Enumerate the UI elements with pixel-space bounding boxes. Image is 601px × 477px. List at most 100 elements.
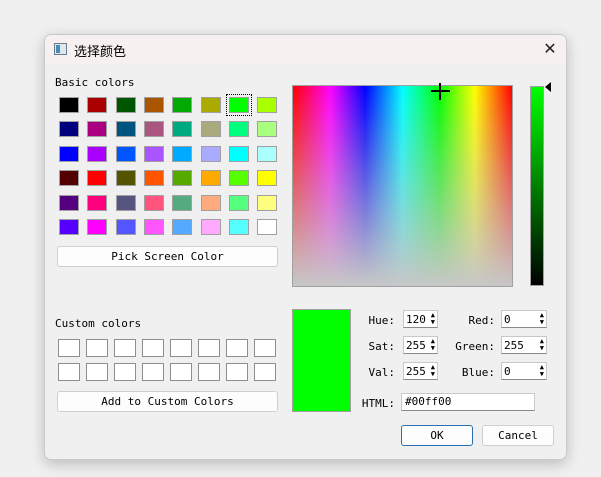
luminance-arrow-icon[interactable] bbox=[545, 82, 551, 92]
basic-color-swatch[interactable] bbox=[172, 219, 193, 235]
basic-color-swatch[interactable] bbox=[115, 97, 136, 113]
custom-colors-label: Custom colors bbox=[55, 317, 142, 330]
basic-color-swatch[interactable] bbox=[228, 194, 249, 211]
basic-color-swatch[interactable] bbox=[59, 219, 79, 235]
basic-color-swatch[interactable] bbox=[59, 194, 79, 211]
custom-color-swatch[interactable] bbox=[254, 339, 276, 357]
blue-spinbox[interactable]: 0 ▲ ▼ bbox=[501, 362, 547, 380]
custom-color-swatch[interactable] bbox=[198, 339, 220, 357]
basic-color-swatch[interactable] bbox=[143, 97, 164, 113]
basic-color-swatch[interactable] bbox=[257, 194, 278, 211]
basic-color-swatch[interactable] bbox=[143, 170, 164, 187]
basic-color-swatch[interactable] bbox=[257, 97, 278, 113]
red-value[interactable]: 0 bbox=[504, 313, 511, 326]
html-field[interactable]: #00ff00 bbox=[401, 393, 535, 411]
custom-color-swatch[interactable] bbox=[58, 363, 80, 381]
sat-down-icon[interactable]: ▼ bbox=[431, 345, 435, 352]
custom-color-swatch[interactable] bbox=[170, 339, 192, 357]
custom-color-swatch[interactable] bbox=[142, 339, 164, 357]
basic-color-swatch[interactable] bbox=[87, 97, 108, 113]
pick-screen-color-button[interactable]: Pick Screen Color bbox=[57, 246, 278, 267]
green-label: Green: bbox=[455, 340, 495, 353]
basic-color-swatch[interactable] bbox=[143, 194, 164, 211]
basic-color-swatch[interactable] bbox=[87, 145, 108, 162]
basic-color-swatch[interactable] bbox=[257, 219, 278, 235]
custom-color-swatch[interactable] bbox=[86, 363, 108, 381]
basic-color-swatch[interactable] bbox=[115, 170, 136, 187]
basic-color-swatch[interactable] bbox=[87, 121, 108, 138]
green-value[interactable]: 255 bbox=[504, 339, 524, 352]
basic-color-swatch[interactable] bbox=[172, 194, 193, 211]
basic-color-swatch[interactable] bbox=[200, 219, 221, 235]
val-value[interactable]: 255 bbox=[406, 365, 426, 378]
basic-color-swatch[interactable] bbox=[87, 219, 108, 235]
basic-color-swatch[interactable] bbox=[87, 170, 108, 187]
basic-color-swatch[interactable] bbox=[200, 170, 221, 187]
custom-color-swatch[interactable] bbox=[254, 363, 276, 381]
sat-spinbox[interactable]: 255 ▲ ▼ bbox=[403, 336, 438, 354]
basic-color-swatch[interactable] bbox=[172, 145, 193, 162]
close-icon[interactable]: ✕ bbox=[538, 38, 562, 60]
color-spectrum[interactable] bbox=[292, 83, 513, 287]
blue-down-icon[interactable]: ▼ bbox=[540, 371, 544, 378]
green-down-icon[interactable]: ▼ bbox=[540, 345, 544, 352]
basic-colors-label: Basic colors bbox=[55, 76, 135, 89]
luminance-slider[interactable] bbox=[530, 86, 544, 286]
ok-button[interactable]: OK bbox=[401, 425, 473, 446]
basic-color-swatch[interactable] bbox=[115, 194, 136, 211]
basic-color-swatch[interactable] bbox=[225, 94, 252, 116]
custom-color-swatch[interactable] bbox=[114, 363, 136, 381]
basic-color-swatch[interactable] bbox=[228, 145, 249, 162]
custom-color-swatch[interactable] bbox=[198, 363, 220, 381]
cancel-button[interactable]: Cancel bbox=[482, 425, 554, 446]
custom-color-swatch[interactable] bbox=[226, 363, 248, 381]
hue-value[interactable]: 120 bbox=[406, 313, 426, 326]
basic-color-swatch[interactable] bbox=[115, 219, 136, 235]
basic-color-swatch[interactable] bbox=[172, 170, 193, 187]
basic-color-swatch[interactable] bbox=[200, 121, 221, 138]
val-down-icon[interactable]: ▼ bbox=[431, 371, 435, 378]
basic-color-swatch[interactable] bbox=[228, 121, 249, 138]
basic-color-swatch[interactable] bbox=[200, 194, 221, 211]
sat-label: Sat: bbox=[368, 340, 396, 353]
basic-color-swatch[interactable] bbox=[200, 145, 221, 162]
hue-down-icon[interactable]: ▼ bbox=[431, 319, 435, 326]
basic-color-swatch[interactable] bbox=[59, 170, 79, 187]
html-label: HTML: bbox=[361, 397, 395, 410]
basic-color-swatch[interactable] bbox=[115, 145, 136, 162]
val-spinbox[interactable]: 255 ▲ ▼ bbox=[403, 362, 438, 380]
basic-color-swatch[interactable] bbox=[143, 145, 164, 162]
green-spinbox[interactable]: 255 ▲ ▼ bbox=[501, 336, 547, 354]
add-to-custom-colors-button[interactable]: Add to Custom Colors bbox=[57, 391, 278, 412]
hue-spinbox[interactable]: 120 ▲ ▼ bbox=[403, 310, 438, 328]
red-down-icon[interactable]: ▼ bbox=[540, 319, 544, 326]
basic-color-swatch[interactable] bbox=[257, 170, 278, 187]
basic-color-swatch[interactable] bbox=[200, 97, 221, 113]
title-bar: 选择颜色 ✕ bbox=[45, 35, 566, 64]
custom-color-swatch[interactable] bbox=[114, 339, 136, 357]
custom-color-swatch[interactable] bbox=[86, 339, 108, 357]
custom-color-swatch[interactable] bbox=[226, 339, 248, 357]
basic-color-swatch[interactable] bbox=[257, 121, 278, 138]
basic-color-swatch[interactable] bbox=[115, 121, 136, 138]
custom-color-swatch[interactable] bbox=[142, 363, 164, 381]
basic-color-swatch[interactable] bbox=[87, 194, 108, 211]
basic-color-swatch[interactable] bbox=[172, 97, 193, 113]
basic-color-swatch[interactable] bbox=[143, 121, 164, 138]
basic-color-swatch[interactable] bbox=[228, 170, 249, 187]
color-preview bbox=[292, 309, 351, 412]
sat-value[interactable]: 255 bbox=[406, 339, 426, 352]
basic-color-swatch[interactable] bbox=[59, 121, 79, 138]
basic-color-swatch[interactable] bbox=[257, 145, 278, 162]
blue-label: Blue: bbox=[461, 366, 495, 379]
red-spinbox[interactable]: 0 ▲ ▼ bbox=[501, 310, 547, 328]
basic-color-swatch[interactable] bbox=[59, 97, 79, 113]
crosshair-vertical bbox=[439, 83, 441, 100]
basic-color-swatch[interactable] bbox=[59, 145, 79, 162]
basic-color-swatch[interactable] bbox=[228, 219, 249, 235]
blue-value[interactable]: 0 bbox=[504, 365, 511, 378]
custom-color-swatch[interactable] bbox=[170, 363, 192, 381]
basic-color-swatch[interactable] bbox=[172, 121, 193, 138]
custom-color-swatch[interactable] bbox=[58, 339, 80, 357]
basic-color-swatch[interactable] bbox=[143, 219, 164, 235]
